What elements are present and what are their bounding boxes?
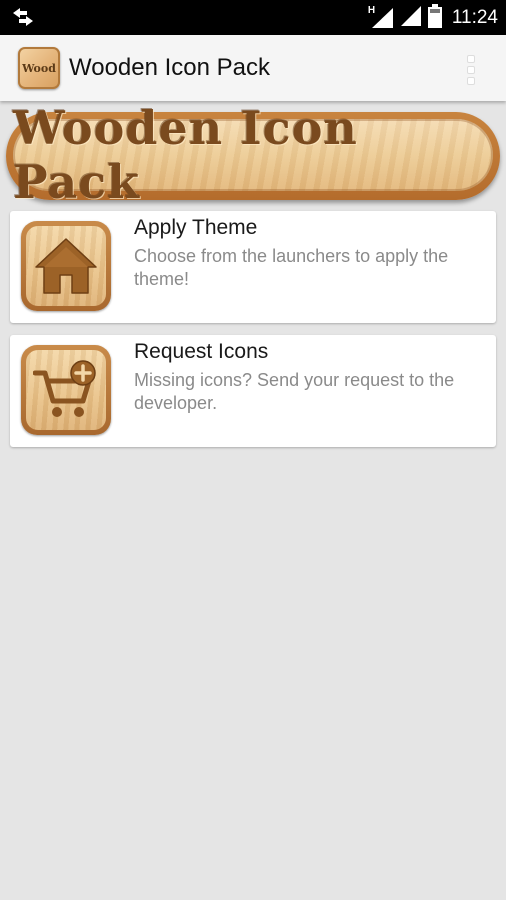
banner-title: Wooden Icon Pack — [13, 101, 358, 209]
request-icons-card[interactable]: Request Icons Missing icons? Send your r… — [10, 335, 496, 447]
app-logo: Wood — [18, 47, 60, 89]
apply-theme-title: Apply Theme — [134, 216, 258, 239]
home-icon — [21, 221, 111, 311]
data-transfer-icon — [12, 8, 34, 30]
status-time: 11:24 — [451, 6, 498, 28]
overflow-menu-icon[interactable] — [468, 56, 474, 84]
app-logo-text: Wood — [22, 61, 56, 75]
status-bar: H 11:24 — [0, 0, 506, 35]
apply-theme-card[interactable]: Apply Theme Choose from the launchers to… — [10, 211, 496, 323]
cart-add-icon — [21, 345, 111, 435]
wifi-signal-icon — [400, 5, 422, 31]
banner-plate: Wooden Icon Pack — [13, 101, 493, 209]
request-icons-title: Request Icons — [134, 340, 269, 363]
apply-theme-description: Choose from the launchers to apply the t… — [134, 246, 449, 289]
header-banner: Wooden Icon Pack — [6, 101, 500, 209]
request-icons-description: Missing icons? Send your request to the … — [134, 370, 455, 413]
app-title: Wooden Icon Pack — [69, 54, 271, 81]
battery-icon — [427, 3, 442, 32]
signal-icon: H — [368, 5, 394, 29]
app-bar: Wood Wooden Icon Pack — [0, 35, 506, 101]
